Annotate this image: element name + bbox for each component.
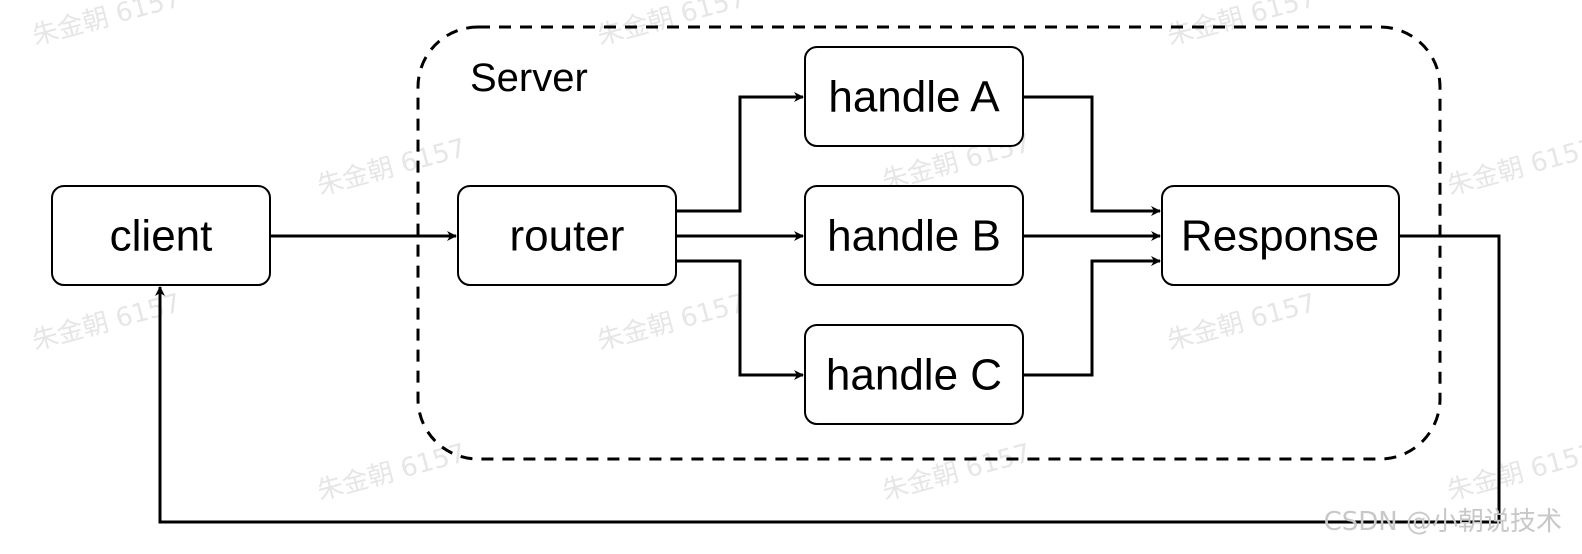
edge-handle-a-response bbox=[1023, 95, 1161, 216]
node-response: Response bbox=[1161, 185, 1400, 286]
watermark-text: 朱金朝 6157 bbox=[314, 133, 469, 201]
edge-router-handle-a bbox=[676, 92, 804, 213]
node-handle-b-label: handle B bbox=[827, 212, 1001, 261]
watermark-text: 朱金朝 6157 bbox=[1444, 438, 1582, 506]
node-router-label: router bbox=[510, 212, 625, 261]
server-label: Server bbox=[470, 56, 588, 100]
node-client: client bbox=[51, 185, 271, 286]
watermark-text: 朱金朝 6157 bbox=[879, 438, 1034, 506]
node-handle-b: handle B bbox=[804, 185, 1024, 286]
node-handle-c-label: handle C bbox=[826, 351, 1002, 400]
watermark-text: 朱金朝 6157 bbox=[29, 0, 184, 52]
node-router: router bbox=[457, 185, 677, 286]
watermark-text: 朱金朝 6157 bbox=[594, 288, 749, 356]
node-handle-c: handle C bbox=[804, 324, 1024, 425]
node-response-label: Response bbox=[1181, 212, 1379, 261]
node-handle-a: handle A bbox=[804, 46, 1024, 147]
watermark-text: 朱金朝 6157 bbox=[1164, 288, 1319, 356]
flow-diagram: #arrow path{} 朱金朝 6157朱金朝 6157朱金朝 6157朱金… bbox=[0, 0, 1582, 554]
node-handle-a-label: handle A bbox=[828, 73, 1000, 122]
diagram-svg: #arrow path{} 朱金朝 6157 朱金朝 6157 朱金朝 6157朱金… bbox=[29, 0, 1582, 537]
csdn-footer: CSDN @小朝说技术 bbox=[1324, 507, 1562, 537]
watermark-text: 朱金朝 6157 bbox=[1444, 133, 1582, 201]
node-client-label: client bbox=[110, 212, 213, 261]
edge-handle-c-response bbox=[1023, 256, 1161, 377]
